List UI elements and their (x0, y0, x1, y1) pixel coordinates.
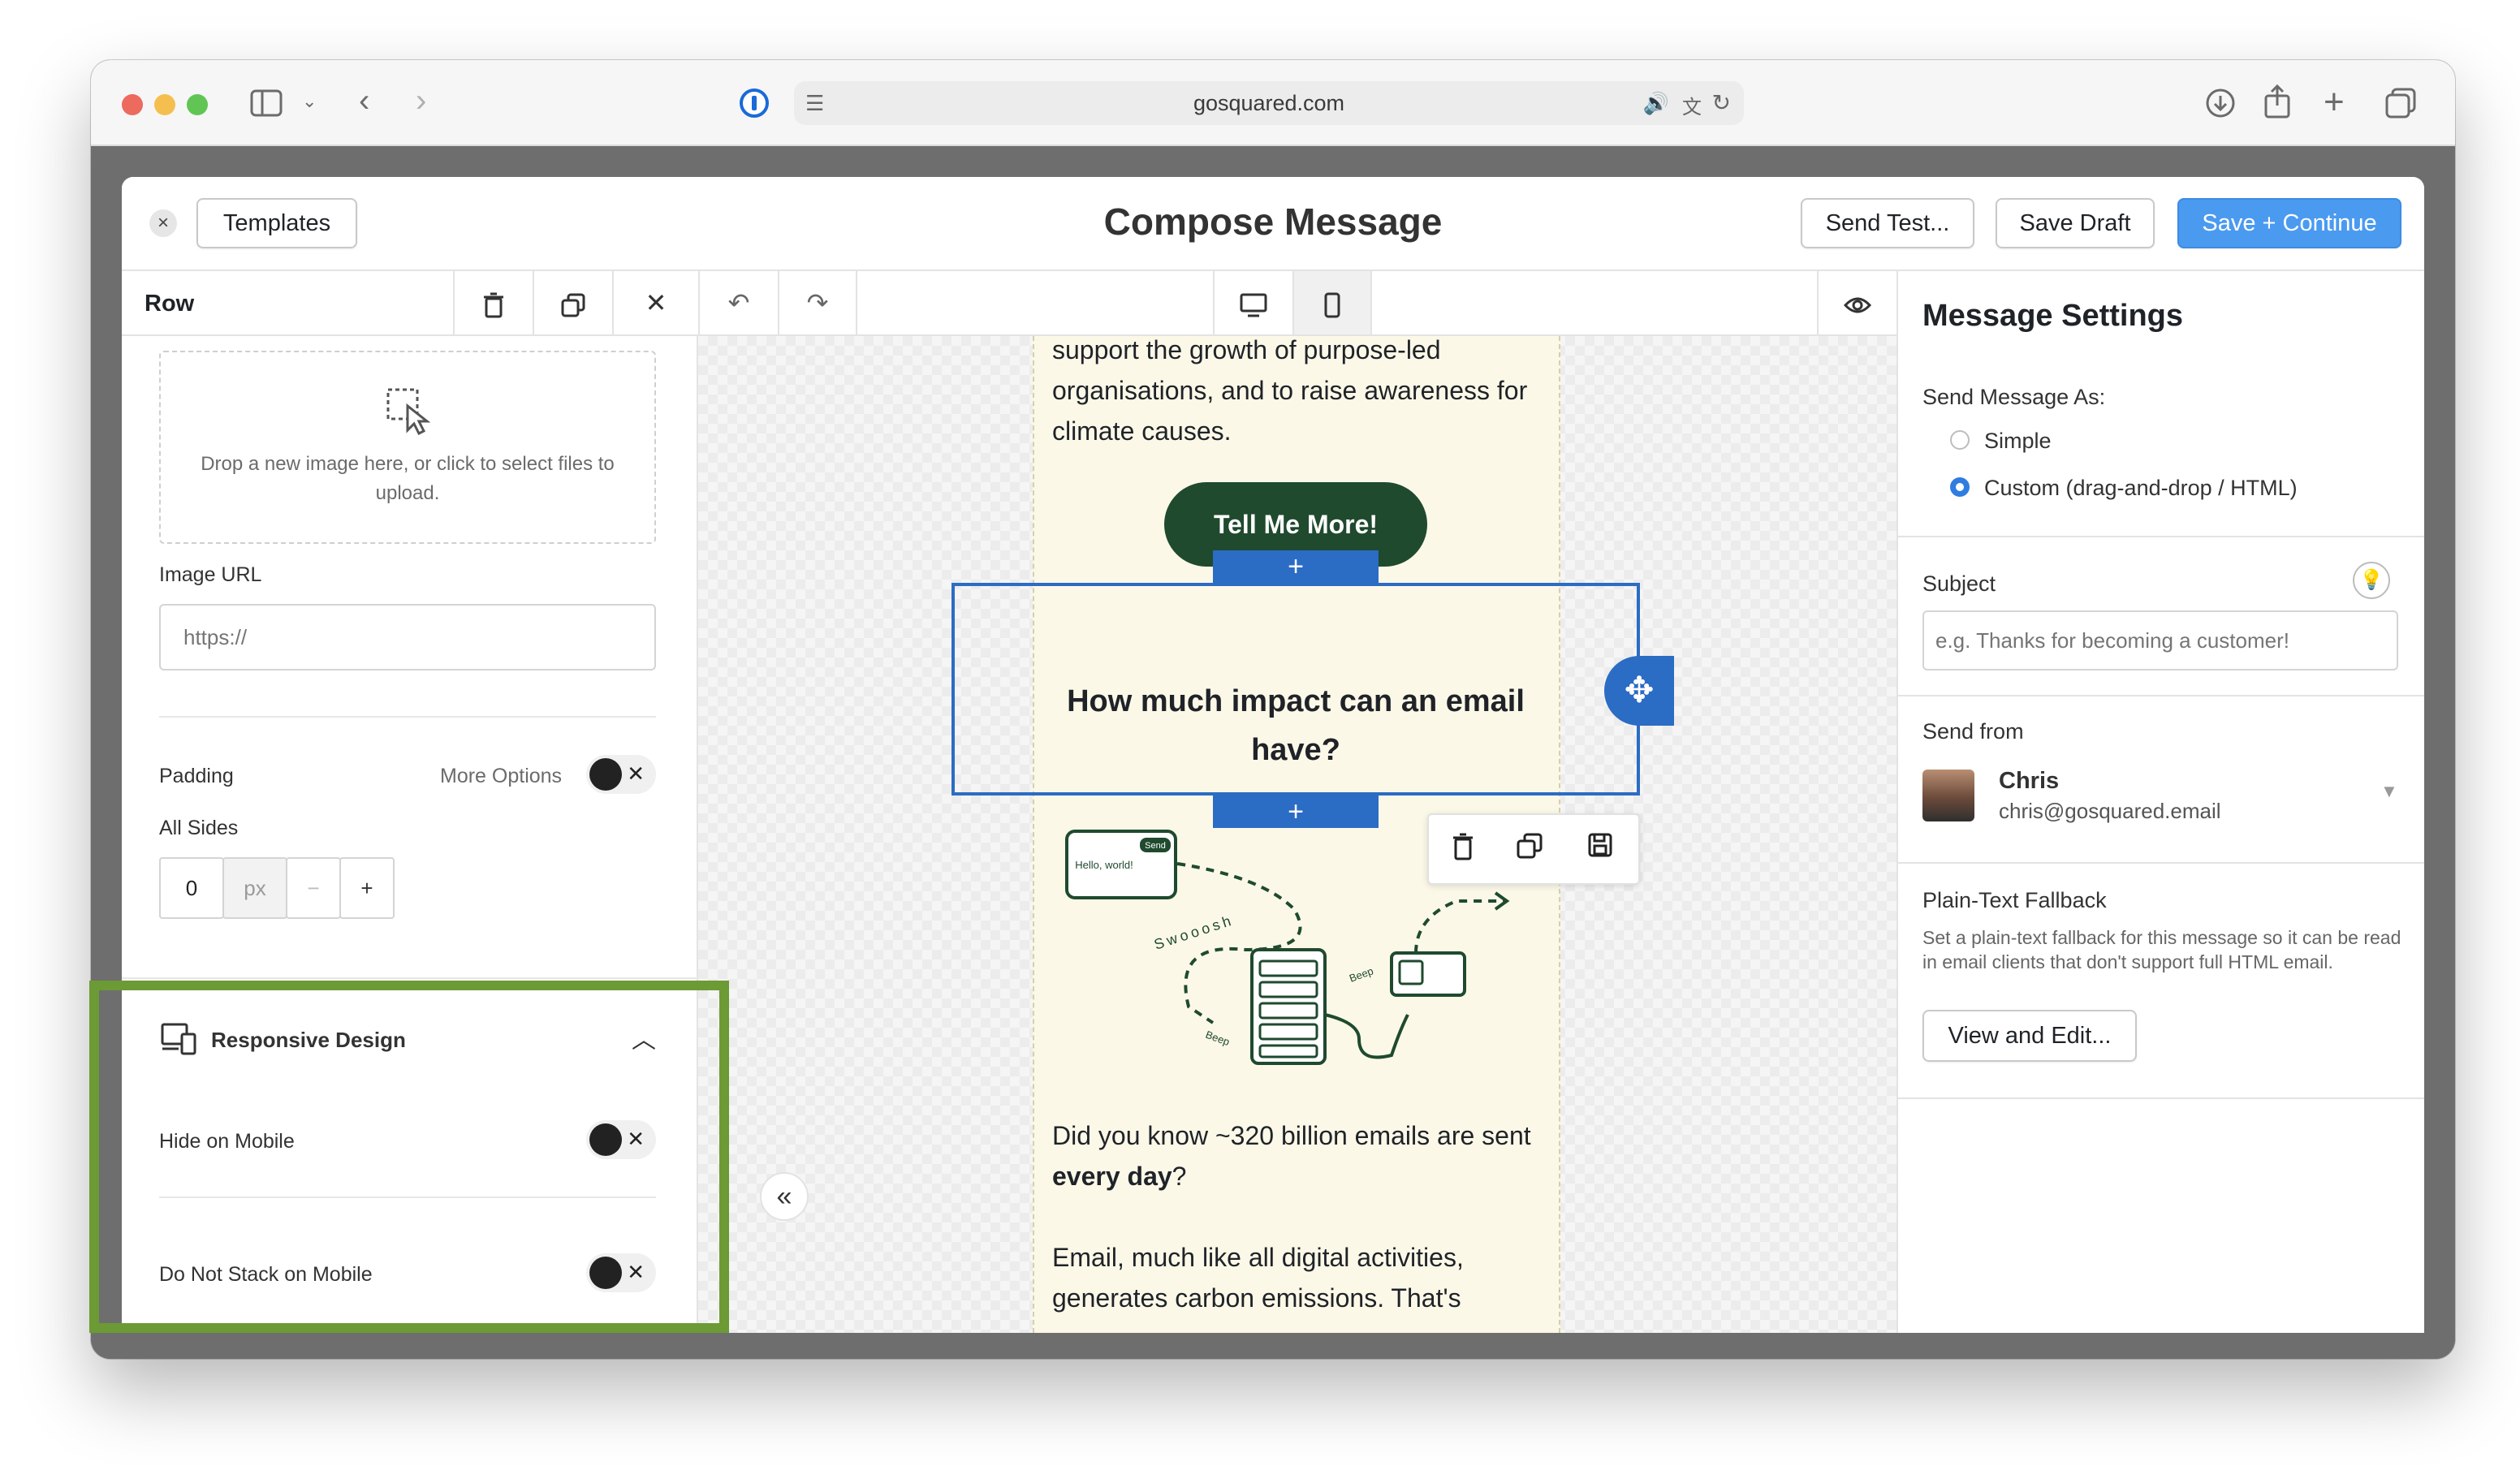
desktop-view-icon[interactable] (1213, 271, 1292, 334)
more-options-toggle[interactable]: ✕ (586, 755, 656, 794)
fallback-label: Plain-Text Fallback (1922, 888, 2107, 912)
image-url-input[interactable] (159, 604, 656, 670)
address-bar[interactable]: ☰ gosquared.com 🔊 文 ↻ (794, 81, 1744, 125)
dropzone-text: Drop a new image here, or click to selec… (201, 453, 615, 504)
do-not-stack-label: Do Not Stack on Mobile (159, 1263, 373, 1286)
selected-row[interactable]: How much impact can an email have? (951, 583, 1640, 796)
share-icon[interactable] (2263, 84, 2291, 123)
radio-simple[interactable] (1950, 430, 1970, 450)
image-url-label: Image URL (159, 563, 262, 586)
option-simple-label[interactable]: Simple (1984, 429, 2052, 454)
plain-text-fallback-section: Plain-Text Fallback Set a plain-text fal… (1898, 864, 2424, 1099)
collapse-panel-icon[interactable]: « (760, 1172, 809, 1221)
illustration-beep-label-1: Beep (1348, 964, 1375, 984)
add-block-below-button[interactable]: + (1213, 796, 1379, 828)
chevron-down-icon[interactable]: ⌄ (302, 93, 317, 110)
row-heading: How much impact can an email have? (1067, 684, 1525, 767)
modal-header: × Templates Compose Message Send Test...… (122, 177, 2424, 271)
move-handle-icon[interactable]: ✥ (1604, 656, 1674, 726)
back-icon[interactable]: ‹ (359, 84, 369, 117)
subject-label: Subject (1922, 571, 1996, 596)
do-not-stack-toggle[interactable]: ✕ (586, 1253, 656, 1292)
body-paragraph-2: Email, much like all digital activities,… (1052, 1243, 1464, 1313)
url-text: gosquared.com (1193, 91, 1345, 115)
download-icon[interactable] (2205, 88, 2236, 123)
new-tab-icon[interactable]: + (2324, 84, 2345, 120)
message-settings-panel: Message Settings Send Message As: Simple… (1896, 271, 2424, 1333)
subject-section: Subject 💡 (1898, 537, 2424, 696)
image-upload-icon (385, 386, 434, 439)
zoom-window-button[interactable] (187, 94, 208, 115)
divider (159, 716, 656, 718)
duplicate-icon[interactable] (1517, 833, 1543, 865)
close-window-button[interactable] (122, 94, 143, 115)
reload-icon[interactable]: ↻ (1712, 89, 1731, 116)
delete-icon[interactable] (453, 271, 533, 334)
avatar (1922, 770, 1974, 821)
sender-email: chris@gosquared.email (1999, 799, 2221, 823)
close-icon[interactable]: ✕ (612, 271, 698, 334)
send-as-section: Send Message As: Simple Custom (drag-and… (1898, 271, 2424, 537)
body-paragraph-1: Did you know ~320 billion emails are sen… (1052, 1121, 1531, 1191)
save-draft-button[interactable]: Save Draft (1996, 198, 2155, 248)
view-and-edit-button[interactable]: View and Edit... (1922, 1010, 2137, 1062)
illustration-beep-label-2: Beep (1204, 1028, 1232, 1048)
more-options-label: More Options (440, 765, 563, 787)
compose-message-modal: × Templates Compose Message Send Test...… (122, 177, 2424, 1333)
radio-custom[interactable] (1950, 477, 1970, 497)
tabs-overview-icon[interactable] (2385, 88, 2416, 123)
responsive-design-title: Responsive Design (211, 1028, 406, 1052)
divider (122, 977, 698, 979)
send-as-label: Send Message As: (1922, 385, 2106, 409)
add-block-above-button[interactable]: + (1213, 550, 1379, 583)
minimize-window-button[interactable] (154, 94, 175, 115)
delete-icon[interactable] (1452, 833, 1474, 867)
hide-on-mobile-label: Hide on Mobile (159, 1130, 295, 1153)
illustration-hello-label: Hello, world! (1075, 859, 1133, 871)
save-block-icon[interactable] (1588, 833, 1612, 864)
sidebar-icon[interactable] (250, 89, 283, 122)
preview-eye-icon[interactable] (1817, 271, 1896, 334)
padding-value-input[interactable] (159, 857, 224, 919)
editor-toolbar: Row ✕ ↶ ↷ (122, 271, 1896, 336)
image-dropzone[interactable]: Drop a new image here, or click to selec… (159, 351, 656, 544)
selected-block-label: Row (145, 291, 195, 317)
mobile-view-icon[interactable] (1292, 271, 1372, 334)
fallback-description: Set a plain-text fallback for this messa… (1922, 927, 2401, 972)
audio-icon[interactable]: 🔊 (1643, 91, 1669, 116)
intro-text: support the growth of purpose-led organi… (1052, 335, 1528, 446)
redo-icon[interactable]: ↷ (778, 271, 857, 334)
send-from-section[interactable]: Send from Chris chris@gosquared.email ▼ (1898, 696, 2424, 864)
lightbulb-icon[interactable]: 💡 (2353, 562, 2390, 599)
translate-icon[interactable]: 文 (1682, 91, 1702, 119)
padding-label: Padding (159, 765, 234, 787)
hide-on-mobile-toggle[interactable]: ✕ (586, 1120, 656, 1159)
divider (159, 1197, 656, 1198)
padding-increase-button[interactable]: + (339, 857, 395, 919)
option-custom-label[interactable]: Custom (drag-and-drop / HTML) (1984, 476, 2298, 501)
duplicate-icon[interactable] (533, 271, 612, 334)
illustration-whoosh-label: Swooosh (1152, 912, 1236, 953)
all-sides-label: All Sides (159, 817, 239, 839)
illustration-send-label: Send (1145, 841, 1166, 851)
send-test-button[interactable]: Send Test... (1801, 198, 1974, 248)
undo-icon[interactable]: ↶ (698, 271, 778, 334)
forward-icon[interactable]: › (416, 84, 426, 117)
subject-input[interactable] (1922, 610, 2398, 670)
email-canvas: support the growth of purpose-led organi… (698, 335, 1896, 1333)
row-actions-popover (1427, 813, 1640, 885)
browser-titlebar: ⌄ ‹ › ☰ gosquared.com 🔊 文 ↻ + (91, 60, 2455, 146)
padding-decrease-button[interactable]: − (286, 857, 341, 919)
padding-unit: px (222, 857, 287, 919)
save-continue-button[interactable]: Save + Continue (2177, 198, 2401, 248)
row-settings-panel: Drop a new image here, or click to selec… (122, 271, 698, 1333)
sender-name: Chris (1999, 768, 2060, 794)
password-manager-icon[interactable] (739, 88, 770, 123)
chevron-up-icon[interactable]: ︿ (632, 1020, 656, 1055)
send-from-label: Send from (1922, 719, 2024, 744)
browser-window: ⌄ ‹ › ☰ gosquared.com 🔊 文 ↻ + × Template… (91, 60, 2455, 1359)
responsive-devices-icon (161, 1023, 198, 1059)
chevron-down-icon[interactable]: ▼ (2380, 781, 2398, 802)
